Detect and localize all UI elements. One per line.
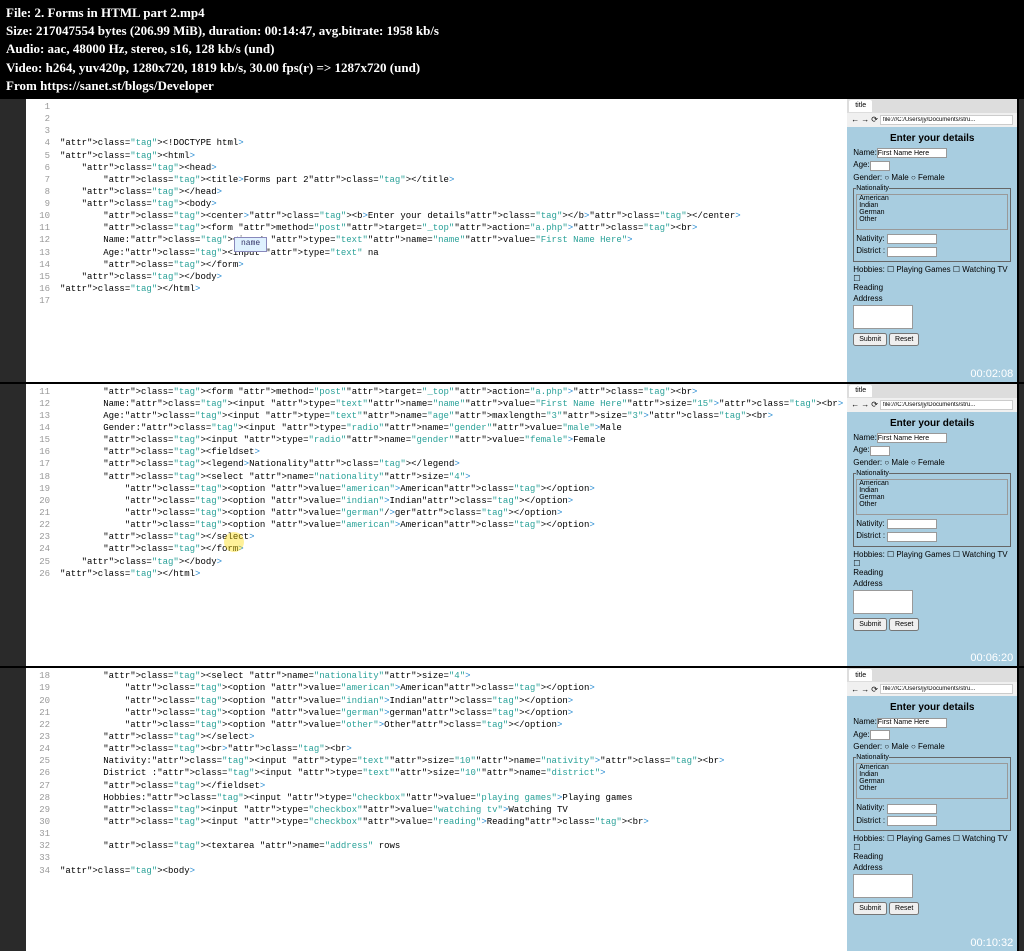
- media-info-header: File: 2. Forms in HTML part 2.mp4 Size: …: [0, 0, 1024, 99]
- browser-preview: title ←→⟳ Enter your details Name: Age: …: [847, 384, 1017, 667]
- frame-3: 11 "attr">class="tag"><form "attr">metho…: [0, 384, 1017, 667]
- timestamp: 00:10:32: [970, 937, 1013, 949]
- browser-preview: title ←→⟳ Enter your details Name: Age: …: [847, 668, 1017, 951]
- code-editor[interactable]: 1234"attr">class="tag"><!DOCTYPE html>5"…: [26, 99, 847, 382]
- browser-preview: title ←→⟳ Enter your details Name: Age: …: [847, 99, 1017, 382]
- frame-4: 14 Gender:"attr">class="tag"><input "att…: [1019, 384, 1024, 667]
- frame-5: 18 "attr">class="tag"><select "attr">nam…: [0, 668, 1017, 951]
- autocomplete-tooltip: name: [234, 237, 267, 252]
- code-editor[interactable]: 18 "attr">class="tag"><select "attr">nam…: [26, 668, 847, 951]
- timestamp: 00:06:20: [970, 652, 1013, 664]
- frame-2: 4"attr">class="tag"><!DOCTYPE html>5"att…: [1019, 99, 1024, 382]
- timestamp: 00:02:08: [970, 368, 1013, 380]
- frame-6: 12 Name:"attr">class="tag"><input "attr"…: [1019, 668, 1024, 951]
- code-editor[interactable]: 11 "attr">class="tag"><form "attr">metho…: [26, 384, 847, 667]
- frame-1: 1234"attr">class="tag"><!DOCTYPE html>5"…: [0, 99, 1017, 382]
- thumbnail-grid: 1234"attr">class="tag"><!DOCTYPE html>5"…: [0, 99, 1024, 951]
